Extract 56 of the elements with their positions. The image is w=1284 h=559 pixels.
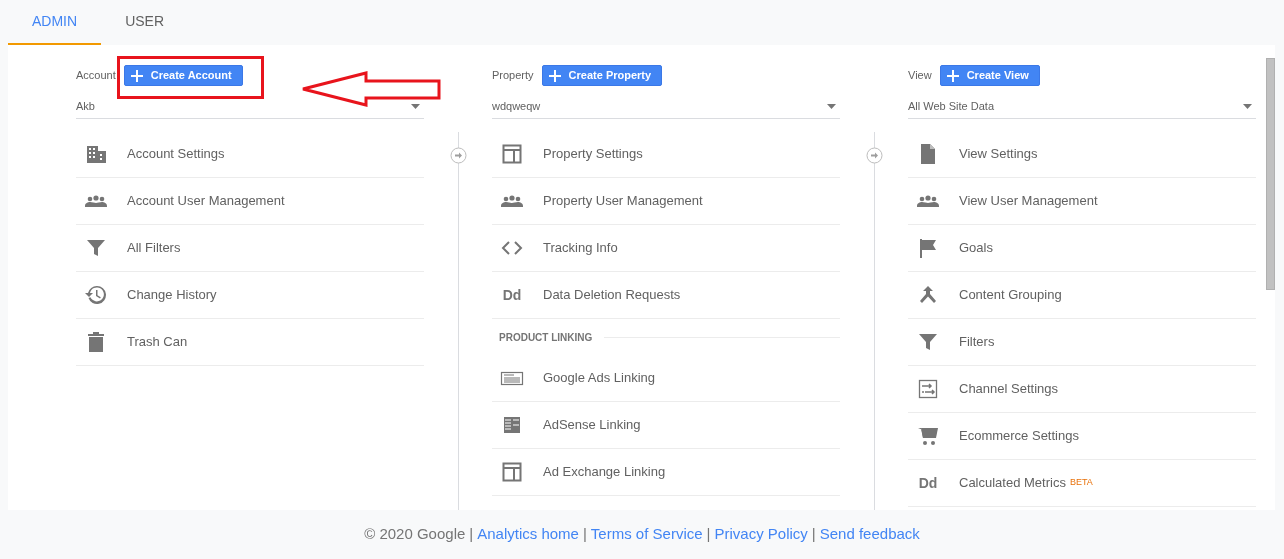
- column-label: View: [908, 68, 932, 84]
- menu-item[interactable]: Dd Data Deletion Requests: [492, 272, 840, 319]
- caret-icon: [1243, 104, 1252, 109]
- footer-link[interactable]: Privacy Policy: [714, 523, 808, 546]
- menu-item[interactable]: Ad Exchange Linking: [492, 449, 840, 496]
- plus-icon: [548, 69, 561, 82]
- column-label: Account: [76, 68, 116, 84]
- text-icon: Dd: [500, 284, 524, 306]
- separator: |: [811, 524, 816, 545]
- menu-item[interactable]: Channel Settings: [908, 366, 1256, 413]
- menu-item[interactable]: AdSense Linking: [492, 402, 840, 449]
- arrow-circle-icon: [450, 147, 467, 164]
- separator: |: [582, 524, 587, 545]
- menu-item[interactable]: Filters: [908, 319, 1256, 366]
- scrollbar-thumb[interactable]: [1266, 58, 1275, 290]
- create-account-button[interactable]: Create Account: [123, 65, 243, 86]
- caret-icon: [411, 104, 420, 109]
- menu-item[interactable]: Goals: [908, 225, 1256, 272]
- text-icon: Dd: [916, 472, 940, 494]
- menu-item[interactable]: View User Management: [908, 178, 1256, 225]
- layout-icon: [500, 142, 524, 166]
- section-heading: PRODUCT LINKING: [499, 330, 593, 345]
- plus-icon: [946, 69, 959, 82]
- menu-item[interactable]: Google Ads Linking: [492, 355, 840, 402]
- create-button[interactable]: Create Property: [541, 65, 663, 86]
- separator: |: [706, 524, 711, 545]
- separator: |: [469, 524, 474, 545]
- dropdown[interactable]: Akb: [76, 95, 424, 119]
- menu-item[interactable]: Content Grouping: [908, 272, 1256, 319]
- menu-item[interactable]: Ecommerce Settings: [908, 413, 1256, 460]
- footer-link[interactable]: Terms of Service: [590, 523, 703, 546]
- footer-link[interactable]: Send feedback: [819, 523, 920, 546]
- menu-item[interactable]: Account User Management: [76, 178, 424, 225]
- menu-item[interactable]: Dd Calculated Metrics BETA: [908, 460, 1256, 507]
- history-icon: [84, 283, 108, 307]
- copyright: © 2020 Google: [364, 524, 466, 545]
- menu-item[interactable]: View Settings: [908, 131, 1256, 178]
- menu-item[interactable]: Change History: [76, 272, 424, 319]
- tab[interactable]: USER: [101, 0, 189, 45]
- menu-item[interactable]: Trash Can: [76, 319, 424, 366]
- arrow-circle-icon: [866, 147, 883, 164]
- menu-item[interactable]: Property User Management: [492, 178, 840, 225]
- menu-item[interactable]: Account Settings: [76, 131, 424, 178]
- create-button[interactable]: Create View: [939, 65, 1040, 86]
- beta-tag: BETA: [1069, 476, 1093, 490]
- footer-link[interactable]: Analytics home: [477, 523, 579, 546]
- caret-icon: [827, 104, 836, 109]
- menu-item[interactable]: Property Settings: [492, 131, 840, 178]
- menu-item[interactable]: All Filters: [76, 225, 424, 272]
- plus-icon: [130, 69, 143, 82]
- dropdown[interactable]: wdqweqw: [492, 95, 840, 119]
- arrows-icon: [916, 377, 940, 401]
- dropdown[interactable]: All Web Site Data: [908, 95, 1256, 119]
- layout-icon: [500, 460, 524, 484]
- menu-item[interactable]: Tracking Info: [492, 225, 840, 272]
- column-label: Property: [492, 68, 534, 84]
